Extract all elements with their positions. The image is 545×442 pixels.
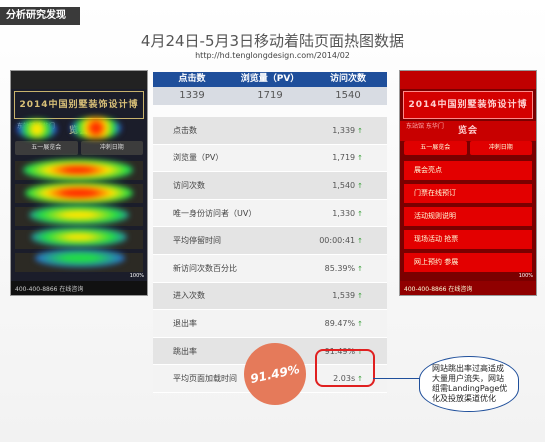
stat-label: 新访问次数百分比 <box>173 263 237 273</box>
stat-value: 1,330 ↑ <box>332 208 363 218</box>
trend-up-icon: ↑ <box>357 154 363 163</box>
summary-values-row: 1339 1719 1540 <box>153 87 387 105</box>
stat-label: 唯一身份访问者（UV） <box>173 208 257 218</box>
heat-spot <box>25 182 133 204</box>
table-row: 访问次数 1,540 ↑ <box>153 172 387 200</box>
phone-banner: 2014中国别墅装饰设计博览会 <box>403 91 533 136</box>
stat-label: 点击数 <box>173 125 197 135</box>
table-row: 退出率 89.47% ↑ <box>153 310 387 338</box>
table-row: 浏览量（PV） 1,719 ↑ <box>153 144 387 173</box>
phone-footer: 400-400-8866 在线咨询 <box>400 281 536 295</box>
table-row: 点击数 1,339 ↑ <box>153 117 387 145</box>
phone-menu-row: 现场活动 抢票 <box>404 230 532 249</box>
summary-header-visits: 访问次数 <box>329 74 366 84</box>
phone-header <box>400 71 536 89</box>
summary-header-clicks: 点击数 <box>178 74 206 84</box>
stat-label: 平均停留时间 <box>173 236 221 246</box>
phone-menu-row: 活动规则说明 <box>404 207 532 226</box>
trend-up-icon: ↑ <box>357 292 363 301</box>
summary-table: 点击数 浏览量（PV） 访问次数 1339 1719 1540 <box>153 72 387 105</box>
page-url: http://hd.tenglongdesign.com/2014/02 <box>195 51 350 60</box>
stat-value: 00:00:41 ↑ <box>319 236 363 246</box>
heat-spot <box>29 205 129 225</box>
phone-button: 五一展览会 <box>15 141 78 155</box>
summary-header-pv: 浏览量（PV） <box>240 74 300 84</box>
heat-spot <box>35 249 125 267</box>
click-heatmap-screenshot: 2014中国别墅装饰设计博览会 东站馆 东华门 五一展览会 冲刺日期 100% … <box>10 70 148 296</box>
stat-value: 1,339 ↑ <box>332 125 363 135</box>
summary-value-clicks: 1339 <box>179 90 205 101</box>
table-row: 进入次数 1,539 ↑ <box>153 282 387 311</box>
stat-label: 访问次数 <box>173 180 205 190</box>
heat-spot <box>31 227 127 247</box>
stat-value: 89.47% ↑ <box>324 318 363 328</box>
heat-spot <box>17 119 57 139</box>
phone-button: 冲刺日期 <box>80 141 143 155</box>
summary-value-visits: 1540 <box>335 90 361 101</box>
phone-menu-row: 网上预约 参展 <box>404 253 532 272</box>
stat-label: 退出率 <box>173 318 197 328</box>
scroll-heatmap-screenshot: 2014中国别墅装饰设计博览会 东站馆 东华门 五一展览会 冲刺日期 展会亮点 … <box>399 70 537 296</box>
table-row: 平均停留时间 00:00:41 ↑ <box>153 227 387 255</box>
stat-label: 进入次数 <box>173 291 205 301</box>
phone-button: 冲刺日期 <box>469 141 532 155</box>
bounce-rate-highlight <box>315 349 375 387</box>
heat-spot <box>71 117 121 139</box>
trend-up-icon: ↑ <box>357 264 363 273</box>
trend-up-icon: ↑ <box>357 126 363 135</box>
callout-pointer <box>373 378 423 379</box>
stat-value: 1,540 ↑ <box>332 180 363 190</box>
trend-up-icon: ↑ <box>357 319 363 328</box>
phone-footer: 400-400-8866 在线咨询 <box>11 281 147 295</box>
table-row: 新访问次数百分比 85.39% ↑ <box>153 254 387 283</box>
phone-menu-row: 展会亮点 <box>404 161 532 180</box>
analysis-callout: 网站跳出率过高适成大量用户流失，网站组需LandingPage优化及投放渠道优化 <box>419 356 519 412</box>
section-tag: 分析研究发现 <box>0 7 80 25</box>
zoom-badge: 100% <box>129 273 144 279</box>
phone-menu: 展会亮点 门票在线预订 活动规则说明 现场活动 抢票 网上预约 参展 <box>400 161 536 272</box>
heat-spot <box>23 159 133 181</box>
page-title: 4月24日-5月3日移动着陆页面热图数据 <box>140 32 405 50</box>
table-row: 唯一身份访问者（UV） 1,330 ↑ <box>153 199 387 228</box>
summary-value-pv: 1719 <box>257 90 283 101</box>
stat-value: 1,719 ↑ <box>332 153 363 163</box>
stat-value: 85.39% ↑ <box>324 263 363 273</box>
trend-up-icon: ↑ <box>357 209 363 218</box>
trend-up-icon: ↑ <box>357 181 363 190</box>
phone-banner: 2014中国别墅装饰设计博览会 <box>14 91 144 136</box>
trend-up-icon: ↑ <box>357 237 363 246</box>
phone-header <box>11 71 147 89</box>
phone-menu-row: 门票在线预订 <box>404 184 532 203</box>
summary-header-row: 点击数 浏览量（PV） 访问次数 <box>153 72 387 87</box>
phone-button: 五一展览会 <box>404 141 467 155</box>
zoom-badge: 100% <box>518 273 533 279</box>
stat-value: 1,539 ↑ <box>332 291 363 301</box>
stat-label: 浏览量（PV） <box>173 153 224 163</box>
